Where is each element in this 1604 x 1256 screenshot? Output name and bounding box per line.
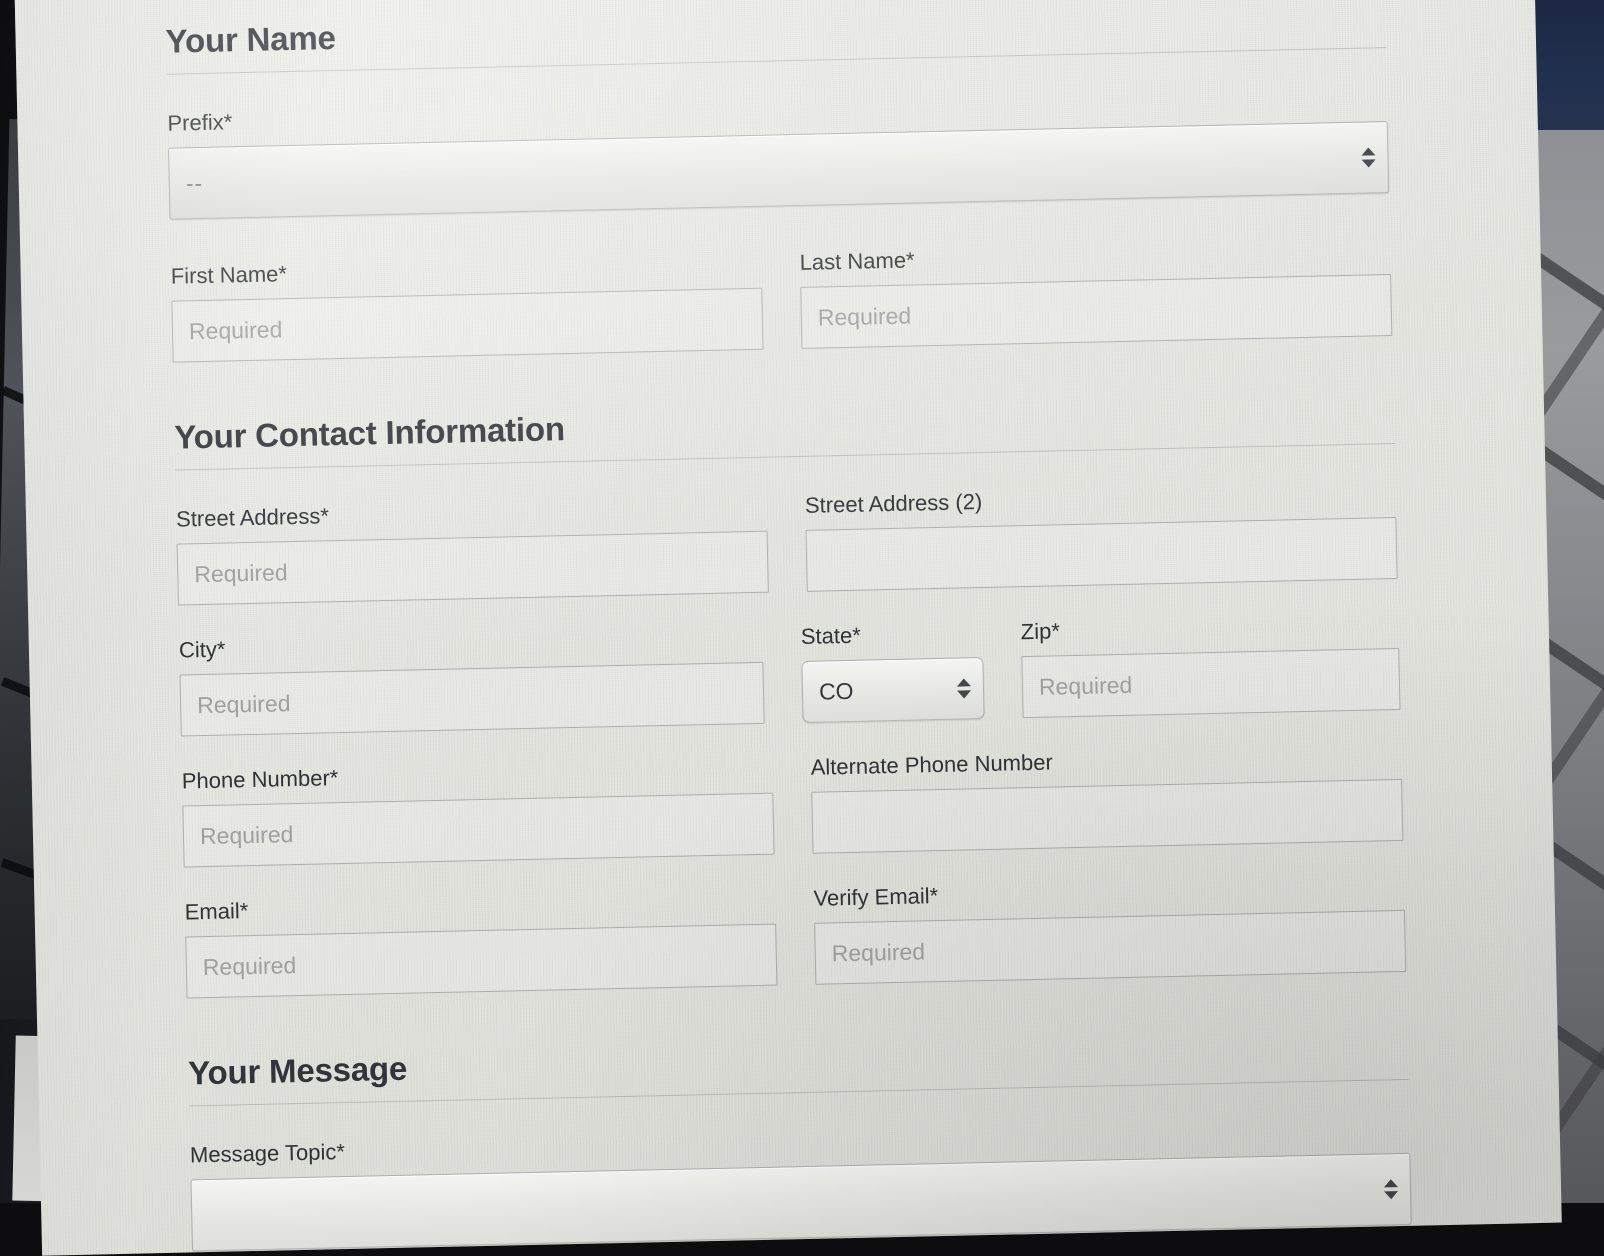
label-street-address-2: Street Address (2) xyxy=(805,480,1396,519)
label-email: Email* xyxy=(184,887,775,926)
last-name-input[interactable] xyxy=(800,274,1392,349)
row-email: Email* Verify Email* xyxy=(184,873,1406,999)
city-input[interactable] xyxy=(179,662,764,737)
section-heading-your-contact-information: Your Contact Information xyxy=(174,392,1395,470)
prefix-select-wrapper: -- xyxy=(168,121,1389,220)
prefix-select[interactable]: -- xyxy=(168,121,1389,220)
message-topic-select-wrapper xyxy=(191,1153,1412,1252)
label-last-name: Last Name* xyxy=(799,237,1390,276)
row-street-address: Street Address* Street Address (2) xyxy=(176,480,1398,606)
field-group-phone-number: Phone Number* xyxy=(182,756,775,868)
label-zip: Zip* xyxy=(1020,611,1398,645)
message-topic-select[interactable] xyxy=(191,1153,1412,1252)
field-group-street-address-2: Street Address (2) xyxy=(805,480,1398,592)
label-city: City* xyxy=(179,625,763,664)
row-phone: Phone Number* Alternate Phone Number xyxy=(182,742,1404,868)
field-group-first-name: First Name* xyxy=(171,251,764,363)
label-phone-number: Phone Number* xyxy=(182,756,773,795)
label-state: State* xyxy=(801,620,984,650)
label-alternate-phone-number: Alternate Phone Number xyxy=(810,742,1401,781)
state-select-wrapper: CO xyxy=(801,657,984,723)
label-first-name: First Name* xyxy=(171,251,762,290)
section-your-name: Your Name Prefix* -- First Name* Last Na… xyxy=(165,0,1392,363)
contact-form-page: Your Name Prefix* -- First Name* Last Na… xyxy=(14,0,1562,1255)
label-verify-email: Verify Email* xyxy=(813,873,1404,912)
phone-number-input[interactable] xyxy=(182,793,774,868)
field-group-verify-email: Verify Email* xyxy=(813,873,1406,985)
street-address-input[interactable] xyxy=(177,531,769,606)
field-group-message-topic: Message Topic* xyxy=(190,1116,1412,1252)
zip-input[interactable] xyxy=(1021,648,1400,718)
first-name-input[interactable] xyxy=(171,288,763,363)
field-group-email: Email* xyxy=(184,887,777,999)
section-heading-your-message: Your Message xyxy=(188,1028,1409,1106)
field-group-prefix: Prefix* -- xyxy=(167,84,1389,220)
field-group-last-name: Last Name* xyxy=(799,237,1392,349)
row-name: First Name* Last Name* xyxy=(171,237,1393,363)
section-your-message: Your Message Message Topic* xyxy=(188,1028,1412,1252)
section-heading-your-name: Your Name xyxy=(165,0,1386,74)
street-address-2-input[interactable] xyxy=(805,517,1397,592)
field-group-alternate-phone-number: Alternate Phone Number xyxy=(810,742,1403,854)
monitor-screen: Your Name Prefix* -- First Name* Last Na… xyxy=(14,0,1562,1256)
section-your-contact-information: Your Contact Information Street Address*… xyxy=(174,392,1406,998)
field-group-street-address: Street Address* xyxy=(176,494,769,606)
alternate-phone-number-input[interactable] xyxy=(811,779,1403,854)
label-street-address: Street Address* xyxy=(176,494,767,533)
field-group-state: State* CO xyxy=(801,620,985,723)
state-select[interactable]: CO xyxy=(801,657,984,723)
verify-email-input[interactable] xyxy=(814,910,1406,985)
email-input[interactable] xyxy=(185,924,777,999)
field-group-zip: Zip* xyxy=(1020,611,1400,718)
field-group-city: City* xyxy=(179,625,765,737)
row-city-state-zip: City* State* CO Zip* xyxy=(179,611,1401,737)
